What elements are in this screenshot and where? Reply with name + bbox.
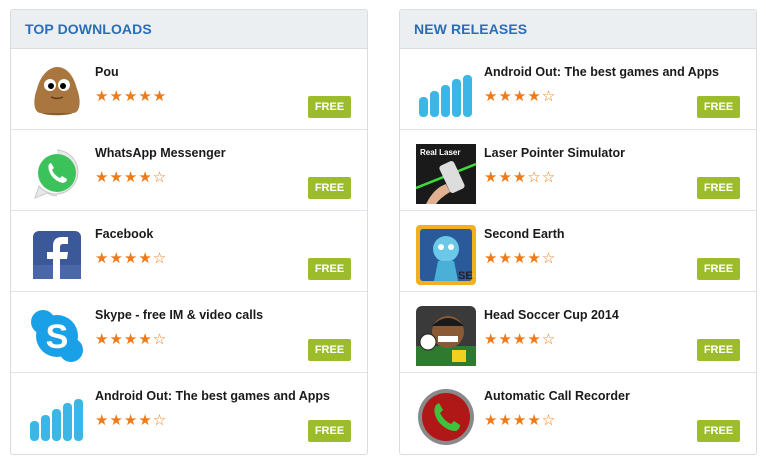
free-button[interactable]: FREE [308,177,351,199]
free-button[interactable]: FREE [697,177,740,199]
new-releases-panel: NEW RELEASES Android Out: The best games… [399,9,757,455]
skype-icon: S [31,310,83,362]
list-item[interactable]: Facebook ★★★★☆ FREE [11,211,367,292]
rating-stars: ★★★★☆ [484,250,557,267]
app-name[interactable]: Head Soccer Cup 2014 [484,308,619,322]
list-item[interactable]: Automatic Call Recorder ★★★★☆ FREE [400,373,756,454]
panel-header: TOP DOWNLOADS [11,10,367,49]
android-out-icon [419,75,472,117]
panel-title: TOP DOWNLOADS [25,21,152,37]
app-name[interactable]: Second Earth [484,227,565,241]
rating-stars: ★★★☆☆ [484,169,557,186]
laser-pointer-icon: Real Laser [416,144,476,204]
laser-icon-text: Real Laser [420,148,460,157]
android-out-icon [30,399,83,441]
list-item[interactable]: Pou ★★★★★ FREE [11,49,367,130]
rating-stars: ★★★★☆ [95,331,168,348]
free-button[interactable]: FREE [697,339,740,361]
second-earth-icon: SE [416,225,476,285]
list-item[interactable]: Real Laser Laser Pointer Simulator ★★★☆☆… [400,130,756,211]
app-name[interactable]: Automatic Call Recorder [484,389,630,403]
app-name[interactable]: Android Out: The best games and Apps [95,389,330,403]
top-downloads-panel: TOP DOWNLOADS Pou ★★★★★ FREE WhatsApp Me… [10,9,368,455]
free-button[interactable]: FREE [308,96,351,118]
app-name[interactable]: Laser Pointer Simulator [484,146,625,160]
free-button[interactable]: FREE [308,258,351,280]
app-name[interactable]: Skype - free IM & video calls [95,308,263,322]
free-button[interactable]: FREE [697,258,740,280]
second-earth-icon-text: SE [458,270,473,282]
pou-icon [34,67,80,116]
app-name[interactable]: Pou [95,65,119,79]
rating-stars: ★★★★☆ [95,250,168,267]
app-name[interactable]: WhatsApp Messenger [95,146,226,160]
call-recorder-icon [418,389,474,445]
rating-stars: ★★★★☆ [484,412,557,429]
list-item[interactable]: S Skype - free IM & video calls ★★★★☆ FR… [11,292,367,373]
list-item[interactable]: SE Second Earth ★★★★☆ FREE [400,211,756,292]
rating-stars: ★★★★☆ [484,331,557,348]
app-name[interactable]: Android Out: The best games and Apps [484,65,719,79]
rating-stars: ★★★★☆ [95,412,168,429]
free-button[interactable]: FREE [697,420,740,442]
panel-title: NEW RELEASES [414,21,528,37]
rating-stars: ★★★★☆ [484,88,557,105]
rating-stars: ★★★★★ [95,88,168,105]
free-button[interactable]: FREE [308,420,351,442]
svg-text:S: S [46,318,69,356]
list-item[interactable]: Head Soccer Cup 2014 ★★★★☆ FREE [400,292,756,373]
list-item[interactable]: WhatsApp Messenger ★★★★☆ FREE [11,130,367,211]
panel-header: NEW RELEASES [400,10,756,49]
head-soccer-icon [416,306,476,366]
app-name[interactable]: Facebook [95,227,153,241]
free-button[interactable]: FREE [308,339,351,361]
facebook-icon [33,231,81,279]
list-item[interactable]: Android Out: The best games and Apps ★★★… [400,49,756,130]
whatsapp-icon [34,149,79,199]
free-button[interactable]: FREE [697,96,740,118]
rating-stars: ★★★★☆ [95,169,168,186]
list-item[interactable]: Android Out: The best games and Apps ★★★… [11,373,367,454]
